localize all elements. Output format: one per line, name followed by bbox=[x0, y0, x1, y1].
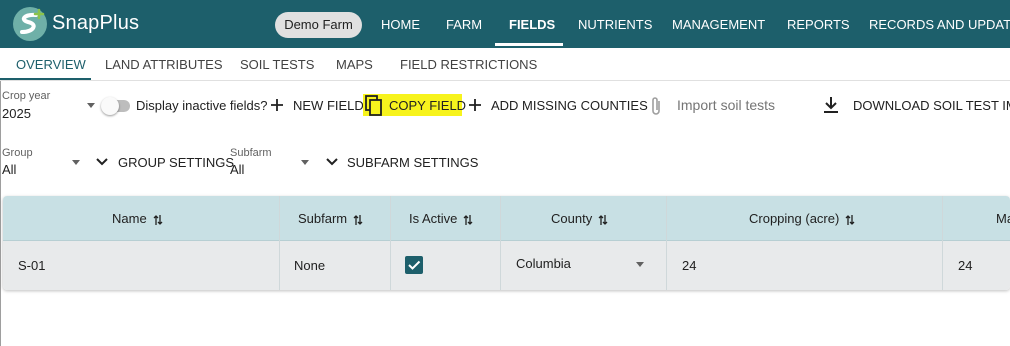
crop-year-select[interactable]: 2025 bbox=[2, 106, 31, 121]
sort-icon[interactable] bbox=[845, 214, 855, 226]
column-header-ma[interactable]: Ma bbox=[996, 211, 1010, 226]
group-settings-button[interactable]: GROUP SETTINGS bbox=[118, 155, 234, 170]
group-select[interactable]: All bbox=[2, 162, 16, 177]
top-app-bar: SnapPlus Demo Farm HOME FARM FIELDS NUTR… bbox=[0, 0, 1010, 48]
column-header-cropping[interactable]: Cropping (acre) bbox=[749, 211, 855, 226]
county-chevron-down-icon[interactable] bbox=[636, 262, 644, 267]
inactive-fields-label: Display inactive fields? bbox=[136, 98, 268, 113]
tab-soil-tests[interactable]: SOIL TESTS bbox=[240, 57, 314, 72]
plus-icon[interactable] bbox=[468, 98, 482, 112]
crop-year-chevron-down-icon[interactable] bbox=[87, 103, 95, 108]
is-active-checkbox[interactable] bbox=[405, 256, 423, 274]
nav-home[interactable]: HOME bbox=[381, 0, 420, 48]
download-soil-test-button[interactable]: DOWNLOAD SOIL TEST IMPO bbox=[853, 98, 1010, 113]
plus-icon[interactable] bbox=[270, 98, 284, 112]
nav-active-indicator bbox=[495, 43, 563, 46]
column-header-is-active[interactable]: Is Active bbox=[409, 211, 473, 226]
sub-tab-bar: OVERVIEW LAND ATTRIBUTES SOIL TESTS MAPS… bbox=[0, 48, 1010, 81]
group-chevron-down-icon[interactable] bbox=[72, 160, 80, 165]
column-divider bbox=[666, 196, 667, 290]
checkmark-icon bbox=[408, 260, 421, 270]
group-label: Group bbox=[2, 147, 33, 159]
nav-farm[interactable]: FARM bbox=[446, 0, 482, 48]
tab-land-attributes[interactable]: LAND ATTRIBUTES bbox=[105, 57, 223, 72]
download-icon[interactable] bbox=[823, 96, 839, 114]
column-divider bbox=[500, 196, 501, 290]
nav-reports[interactable]: REPORTS bbox=[787, 0, 850, 48]
tab-field-restrictions[interactable]: FIELD RESTRICTIONS bbox=[400, 57, 537, 72]
column-header-name[interactable]: Name bbox=[112, 211, 163, 226]
crop-year-label: Crop year bbox=[2, 90, 51, 102]
nav-records-and-updates[interactable]: RECORDS AND UPDATES bbox=[869, 0, 1010, 48]
cell-name[interactable]: S-01 bbox=[18, 258, 45, 273]
tab-overview[interactable]: OVERVIEW bbox=[16, 57, 86, 72]
tab-maps[interactable]: MAPS bbox=[336, 57, 373, 72]
column-header-subfarm[interactable]: Subfarm bbox=[298, 211, 363, 226]
nav-management[interactable]: MANAGEMENT bbox=[672, 0, 765, 48]
subfarm-select[interactable]: All bbox=[230, 162, 244, 177]
paperclip-icon[interactable] bbox=[649, 95, 663, 117]
sort-icon[interactable] bbox=[463, 214, 473, 226]
cell-subfarm[interactable]: None bbox=[294, 258, 325, 273]
new-field-button[interactable]: NEW FIELD bbox=[293, 98, 364, 113]
subfarm-label: Subfarm bbox=[230, 147, 272, 159]
cell-ma[interactable]: 24 bbox=[958, 258, 972, 273]
cell-cropping[interactable]: 24 bbox=[682, 258, 696, 273]
subtab-active-indicator bbox=[0, 78, 91, 80]
fields-table: Name Subfarm Is Active County Cropping (… bbox=[3, 196, 1010, 290]
table-row[interactable] bbox=[3, 240, 1010, 290]
chevron-down-icon[interactable] bbox=[325, 156, 339, 168]
farm-selector-chip[interactable]: Demo Farm bbox=[275, 12, 362, 38]
county-select[interactable]: Columbia bbox=[516, 256, 571, 271]
column-divider bbox=[390, 196, 391, 290]
column-header-county[interactable]: County bbox=[551, 211, 608, 226]
subfarm-chevron-down-icon[interactable] bbox=[301, 160, 309, 165]
copy-icon[interactable] bbox=[364, 95, 384, 117]
sort-icon[interactable] bbox=[153, 214, 163, 226]
add-missing-counties-button[interactable]: ADD MISSING COUNTIES bbox=[491, 98, 648, 113]
column-divider bbox=[942, 196, 943, 290]
snapplus-logo-icon bbox=[13, 7, 47, 41]
toggle-knob[interactable] bbox=[101, 97, 119, 115]
sort-icon[interactable] bbox=[598, 214, 608, 226]
nav-fields[interactable]: FIELDS bbox=[509, 0, 555, 48]
column-divider bbox=[279, 196, 280, 290]
chevron-down-icon[interactable] bbox=[95, 156, 109, 168]
left-divider bbox=[0, 81, 1, 346]
app-brand-name[interactable]: SnapPlus bbox=[52, 12, 139, 35]
sort-icon[interactable] bbox=[353, 214, 363, 226]
copy-field-button[interactable]: COPY FIELD bbox=[389, 98, 466, 113]
import-soil-tests-button[interactable]: Import soil tests bbox=[677, 97, 775, 113]
subfarm-settings-button[interactable]: SUBFARM SETTINGS bbox=[347, 155, 478, 170]
nav-nutrients[interactable]: NUTRIENTS bbox=[578, 0, 652, 48]
